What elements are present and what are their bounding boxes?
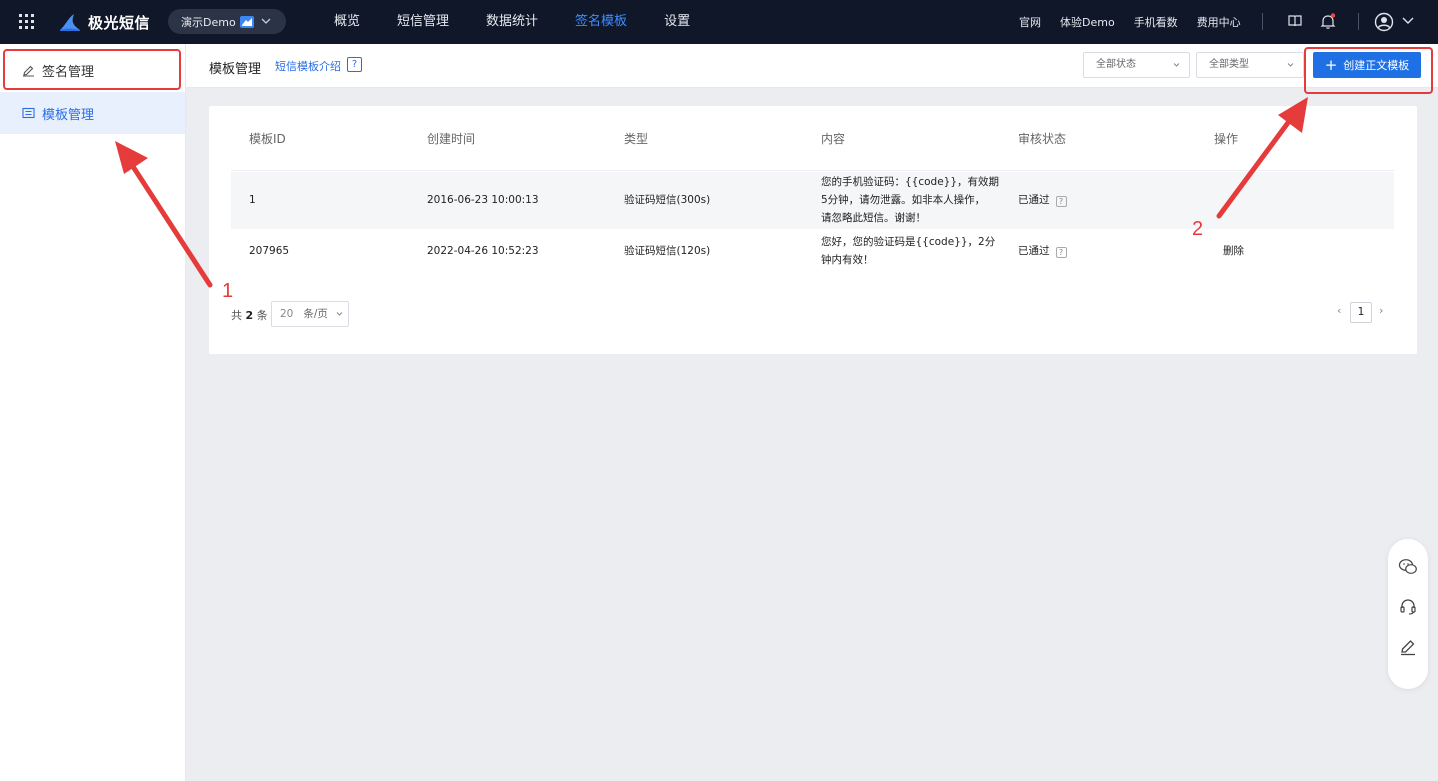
headset-icon[interactable] <box>1398 597 1418 617</box>
status-help-icon[interactable]: ? <box>1055 196 1067 207</box>
floating-toolbar <box>1388 539 1428 689</box>
column-header: 模板ID <box>249 132 286 146</box>
content-line: 您的手机验证码：{{code}}，有效期 <box>821 176 1000 188</box>
table-header: 模板ID 创建时间 类型 内容 审核状态 操作 <box>231 106 1394 171</box>
type-filter-select[interactable]: 全部类型 <box>1196 52 1304 78</box>
total-count: 2 <box>245 309 254 322</box>
sidebar-item-label: 模板管理 <box>42 107 95 123</box>
delete-button[interactable]: 删除 <box>1223 242 1244 260</box>
cell-content: 您的手机验证码：{{code}}，有效期 5分钟，请勿泄露。如非本人操作， 请忽… <box>821 173 1001 227</box>
cell-template-id: 1 <box>249 194 256 206</box>
cell-review-status: 已通过? <box>1018 191 1067 209</box>
jiguang-logo-icon <box>60 14 80 31</box>
nav-sms-management[interactable]: 短信管理 <box>397 0 449 44</box>
app-badge-icon <box>239 15 254 28</box>
wechat-icon[interactable] <box>1398 557 1418 577</box>
prev-page-button[interactable]: ‹ <box>1337 304 1341 317</box>
app-switcher[interactable]: 演示Demo <box>168 9 286 34</box>
status-text: 已通过 <box>1018 194 1050 206</box>
cell-content: 您好，您的验证码是{{code}}，2分 钟内有效！ <box>821 233 1001 269</box>
annotation-label-2: 2 <box>1192 218 1204 240</box>
divider <box>1358 13 1359 30</box>
status-filter-value: 全部状态 <box>1096 59 1136 70</box>
column-header: 审核状态 <box>1018 132 1067 146</box>
template-table-card: 模板ID 创建时间 类型 内容 审核状态 操作 1 2016-06-23 10:… <box>209 106 1417 354</box>
table-row: 207965 2022-04-26 10:52:23 验证码短信(120s) 您… <box>231 229 1394 274</box>
page-size-value: 20 <box>280 308 294 320</box>
total-suffix: 条 <box>256 309 268 322</box>
cell-review-status: 已通过? <box>1018 242 1067 260</box>
link-billing-center[interactable]: 费用中心 <box>1197 14 1241 30</box>
brand-logo[interactable]: 极光短信 <box>58 11 150 33</box>
content-line: 钟内有效！ <box>821 254 874 266</box>
chevron-down-icon[interactable] <box>1402 16 1414 26</box>
cell-created-time: 2022-04-26 10:52:23 <box>427 245 539 257</box>
top-navbar: 极光短信 演示Demo 概览 短信管理 数据统计 签名模板 设置 官网 体验De… <box>0 0 1438 44</box>
content-line: 您好，您的验证码是{{code}}，2分 <box>821 236 996 248</box>
list-icon <box>21 106 35 120</box>
divider <box>1262 13 1263 30</box>
status-help-icon[interactable]: ? <box>1055 247 1067 258</box>
page-number-button[interactable]: 1 <box>1350 302 1372 323</box>
status-filter-select[interactable]: 全部状态 <box>1083 52 1190 78</box>
link-mobile-view[interactable]: 手机看数 <box>1134 14 1178 30</box>
app-grid-icon[interactable] <box>19 14 34 29</box>
page-size-select[interactable]: 20 条/页 <box>271 301 349 327</box>
column-header: 内容 <box>821 132 846 146</box>
edit-icon[interactable] <box>1398 637 1418 657</box>
sidebar-item-template[interactable]: 模板管理 <box>0 92 185 134</box>
caret-down-icon <box>1173 63 1180 67</box>
annotation-highlight-box <box>1304 47 1433 94</box>
nav-overview[interactable]: 概览 <box>334 0 360 44</box>
column-header: 类型 <box>624 132 649 146</box>
page-header: 模板管理 短信模板介绍 ? 全部状态 全部类型 + 创建正文模板 <box>186 44 1438 88</box>
app-switcher-label: 演示Demo <box>181 15 236 29</box>
content-line: 5分钟，请勿泄露。如非本人操作， <box>821 194 986 206</box>
status-text: 已通过 <box>1018 245 1050 257</box>
template-intro-link[interactable]: 短信模板介绍 <box>275 58 341 74</box>
nav-sign-template[interactable]: 签名模板 <box>575 0 627 44</box>
nav-settings[interactable]: 设置 <box>664 0 690 44</box>
content-line: 请忽略此短信。谢谢！ <box>821 212 926 224</box>
book-icon[interactable] <box>1288 13 1302 29</box>
page-title: 模板管理 <box>209 62 262 77</box>
caret-down-icon <box>336 312 343 316</box>
sidebar: 签名管理 模板管理 <box>0 44 186 781</box>
page-size-unit: 条/页 <box>303 308 328 320</box>
cell-type: 验证码短信(300s) <box>624 194 711 206</box>
link-try-demo[interactable]: 体验Demo <box>1060 14 1115 30</box>
cell-type: 验证码短信(120s) <box>624 245 711 257</box>
type-filter-value: 全部类型 <box>1209 59 1249 70</box>
main-nav: 概览 短信管理 数据统计 签名模板 设置 <box>334 0 727 44</box>
cell-template-id: 207965 <box>249 245 290 257</box>
brand-name: 极光短信 <box>88 13 151 32</box>
cell-created-time: 2016-06-23 10:00:13 <box>427 194 539 206</box>
pagination-total: 共 2 条 <box>231 307 268 323</box>
user-avatar-icon[interactable] <box>1374 12 1394 32</box>
total-prefix: 共 <box>231 309 242 322</box>
table-row: 1 2016-06-23 10:00:13 验证码短信(300s) 您的手机验证… <box>231 172 1394 229</box>
help-icon[interactable]: ? <box>347 57 362 72</box>
caret-down-icon <box>1287 63 1294 67</box>
annotation-label-1: 1 <box>222 280 234 302</box>
column-header: 创建时间 <box>427 132 476 146</box>
annotation-highlight-box <box>3 49 181 90</box>
bell-icon[interactable] <box>1320 13 1336 30</box>
nav-statistics[interactable]: 数据统计 <box>486 0 538 44</box>
next-page-button[interactable]: › <box>1379 304 1383 317</box>
link-official-site[interactable]: 官网 <box>1019 14 1041 30</box>
column-header: 操作 <box>1214 132 1239 146</box>
chevron-down-icon <box>261 18 271 24</box>
top-links: 官网 体验Demo 手机看数 费用中心 <box>1019 0 1260 44</box>
